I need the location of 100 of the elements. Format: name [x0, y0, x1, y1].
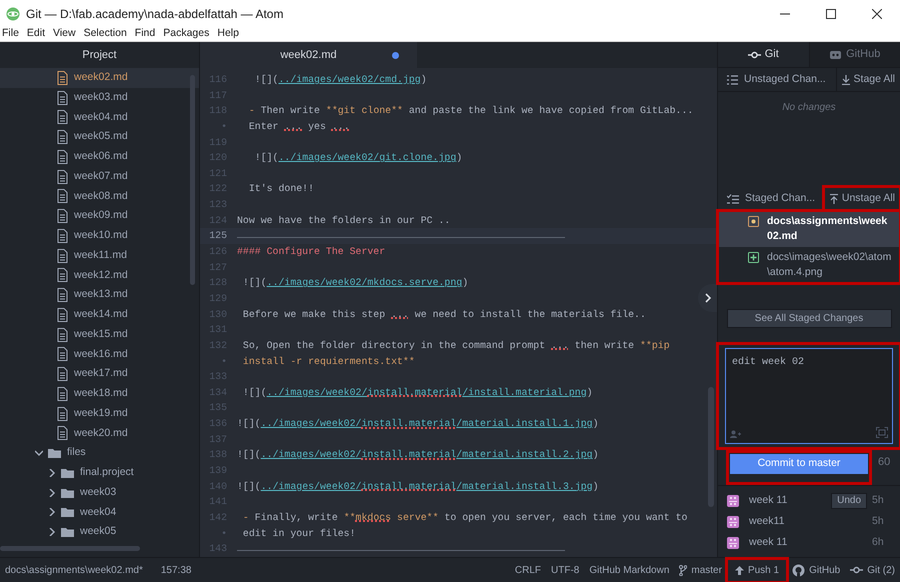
- file-icon: [57, 308, 68, 322]
- code-line: - Then write **git clone** and paste the link we have copied from GitLab...: [248, 104, 694, 118]
- grammar[interactable]: GitHub Markdown: [584, 560, 674, 580]
- commit-time: 5h: [872, 492, 885, 508]
- tree-item[interactable]: week07.md: [0, 166, 199, 186]
- tree-item[interactable]: week16.md: [0, 344, 199, 364]
- file-icon: [57, 70, 68, 85]
- panel-tab[interactable]: Git: [718, 42, 810, 68]
- tree-item[interactable]: final.project: [0, 463, 199, 483]
- commit-icon: [748, 50, 761, 58]
- tree-item[interactable]: week10.md: [0, 226, 199, 246]
- tree-item[interactable]: week12.md: [0, 266, 199, 286]
- push-button[interactable]: Push 1: [726, 558, 788, 582]
- section-title: Staged Chan...: [745, 190, 816, 206]
- stage-all-button[interactable]: Stage All: [836, 68, 900, 91]
- recent-commit[interactable]: week 11 Undo 5h: [718, 490, 900, 511]
- encoding[interactable]: UTF-8: [546, 560, 584, 580]
- tree-item[interactable]: week13.md: [0, 285, 199, 305]
- character-count: 60: [878, 455, 890, 470]
- scrollbar-thumb[interactable]: [0, 546, 140, 551]
- file-icon: [57, 90, 68, 105]
- expand-icon[interactable]: [876, 427, 888, 438]
- tree-item[interactable]: week20.md: [0, 424, 199, 444]
- file-icon: [57, 426, 68, 440]
- file-icon: [57, 170, 68, 184]
- menu-item[interactable]: Selection: [82, 26, 133, 42]
- window-title: Git — D:\fab.academy\nada-abdelfattah — Atom: [26, 6, 284, 22]
- upload-icon: [830, 194, 838, 204]
- folder-icon: [61, 486, 74, 499]
- menu-item[interactable]: Packages: [161, 26, 216, 42]
- tree-item[interactable]: week05: [0, 522, 199, 542]
- editor-tab[interactable]: week02.md: [200, 42, 417, 68]
- undo-button[interactable]: Undo: [831, 492, 867, 508]
- tree-item[interactable]: week09.md: [0, 206, 199, 226]
- maximize-icon[interactable]: [826, 8, 836, 18]
- folder-icon: [48, 447, 61, 460]
- list-icon: [727, 74, 738, 84]
- menu-item[interactable]: Edit: [24, 26, 52, 42]
- chevron-right-icon: [704, 292, 712, 303]
- close-icon[interactable]: [872, 8, 882, 18]
- folder-icon: [61, 506, 74, 518]
- code-line: ![](../images/week02/install.material/install.material.png): [242, 386, 593, 400]
- add-coauthor-icon[interactable]: [730, 430, 741, 438]
- folder-icon: [61, 466, 74, 479]
- tree-item[interactable]: week15.md: [0, 324, 199, 344]
- staged-file[interactable]: docs\assignments\week02.md: [718, 211, 900, 247]
- menu-item[interactable]: File: [0, 26, 25, 42]
- arrow-up-icon: [734, 566, 744, 574]
- code-line: #### Configure The Server: [236, 245, 386, 260]
- commit-message-field[interactable]: edit week 02: [725, 348, 893, 444]
- tree-item[interactable]: week04: [0, 502, 199, 522]
- menu-item[interactable]: Find: [132, 26, 162, 42]
- cursor-position[interactable]: 157:38: [156, 560, 196, 580]
- branch-icon: [679, 564, 688, 576]
- scrollbar-thumb[interactable]: [190, 75, 195, 285]
- menu-item[interactable]: Help: [215, 26, 245, 42]
- tree-item[interactable]: week02.md: [0, 68, 199, 88]
- panel-toggle-button[interactable]: [698, 284, 717, 312]
- empty-message: No changes: [782, 101, 836, 115]
- tree-item[interactable]: week17.md: [0, 364, 199, 384]
- recent-commit[interactable]: week11 5h: [718, 511, 900, 532]
- file-icon: [57, 386, 68, 401]
- code-line: ![](../images/week02/install.material/material.install.2.jpg): [236, 448, 599, 462]
- file-icon: [57, 248, 68, 263]
- tree-item[interactable]: week03.md: [0, 88, 199, 108]
- panel-tab[interactable]: GitHub: [810, 42, 900, 68]
- tree-item[interactable]: week04.md: [0, 108, 199, 128]
- staged-file[interactable]: docs\images\week02\atom\atom.4.png: [718, 247, 900, 283]
- tree-item[interactable]: week08.md: [0, 186, 199, 206]
- commit-button[interactable]: Commit to master: [730, 454, 868, 474]
- file-path[interactable]: docs\assignments\week02.md*: [0, 560, 148, 580]
- tree-item[interactable]: week14.md: [0, 305, 199, 325]
- robot-icon: [829, 49, 842, 60]
- code-line: Enter ... yes ...: [248, 120, 350, 134]
- code-line: ![](../images/week02/git.clone.jpg): [254, 151, 462, 166]
- line-ending[interactable]: CRLF: [510, 560, 546, 580]
- file-icon: [57, 228, 68, 243]
- tree-item[interactable]: week11.md: [0, 246, 199, 266]
- unstage-all-button[interactable]: Unstage All: [824, 187, 900, 210]
- github-button[interactable]: GitHub: [787, 560, 846, 580]
- code-line: So, Open the folder directory in the command prompt ... then write **pip: [242, 338, 670, 353]
- branch-selector[interactable]: master: [674, 560, 727, 580]
- tree-item[interactable]: week05.md: [0, 127, 199, 147]
- added-file-icon: [748, 252, 759, 263]
- menu-item[interactable]: View: [51, 26, 82, 42]
- git-button[interactable]: Git (2): [845, 560, 900, 580]
- code-line: edit in your files!: [242, 526, 356, 541]
- file-icon: [57, 288, 68, 302]
- code-line: ![](../images/week02/install.material/material.install.3.jpg): [236, 480, 599, 494]
- tree-item[interactable]: files: [0, 443, 199, 463]
- tree-item[interactable]: week06.md: [0, 147, 199, 167]
- tree-item[interactable]: week03: [0, 482, 199, 502]
- file-icon: [57, 110, 68, 124]
- atom-logo-icon: [6, 6, 20, 20]
- file-icon: [57, 209, 68, 224]
- recent-commit[interactable]: week 11 6h: [718, 532, 900, 553]
- tree-item[interactable]: week19.md: [0, 404, 199, 424]
- tree-item[interactable]: week18.md: [0, 384, 199, 404]
- see-all-staged-button[interactable]: See All Staged Changes: [726, 309, 892, 328]
- code-line: - Finally, write **mkdocs serve** to open you server, each time you want to: [242, 510, 688, 525]
